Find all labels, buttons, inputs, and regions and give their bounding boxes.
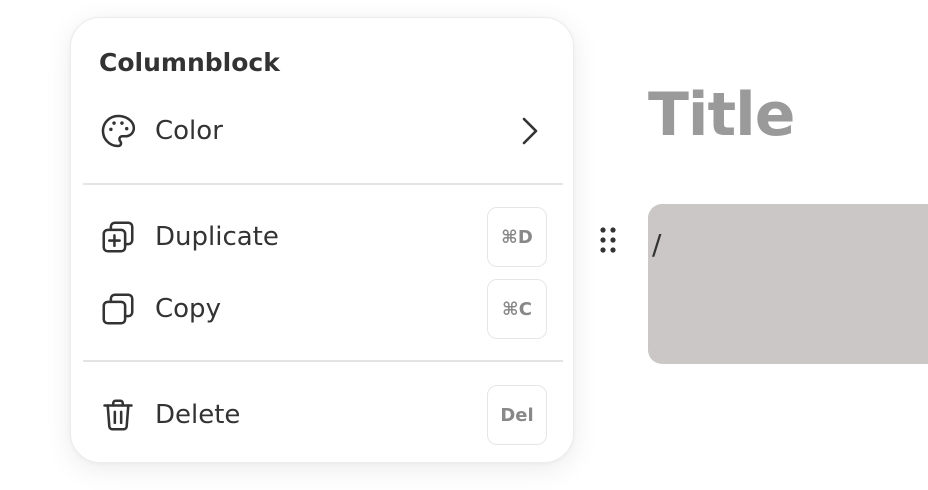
copy-icon [99, 290, 137, 328]
menu-header: Columnblock [99, 48, 280, 77]
menu-divider [83, 183, 563, 185]
menu-divider [83, 360, 563, 362]
shortcut-badge: ⌘C [487, 279, 547, 339]
menu-item-duplicate-label: Duplicate [155, 222, 279, 252]
menu-item-color-label: Color [155, 116, 223, 146]
menu-item-delete[interactable]: Delete Del [71, 385, 575, 445]
menu-item-delete-label: Delete [155, 400, 241, 430]
shortcut-badge: ⌘D [487, 207, 547, 267]
block-context-menu: Columnblock Color Duplicate ⌘D Copy ⌘C D… [70, 17, 574, 463]
palette-icon [99, 112, 137, 150]
menu-item-duplicate[interactable]: Duplicate ⌘D [71, 207, 575, 267]
duplicate-icon [99, 218, 137, 256]
drag-handle-icon[interactable] [598, 226, 618, 254]
menu-item-copy[interactable]: Copy ⌘C [71, 279, 575, 339]
block-text[interactable]: / [652, 228, 661, 261]
trash-icon [99, 396, 137, 434]
chevron-right-icon [522, 117, 538, 145]
column-block[interactable]: / [648, 204, 928, 364]
menu-item-color[interactable]: Color [71, 101, 575, 161]
shortcut-badge: Del [487, 385, 547, 445]
menu-item-copy-label: Copy [155, 294, 221, 324]
editor-stage: Columnblock Color Duplicate ⌘D Copy ⌘C D… [0, 0, 928, 490]
page-title[interactable]: Title [648, 80, 795, 150]
